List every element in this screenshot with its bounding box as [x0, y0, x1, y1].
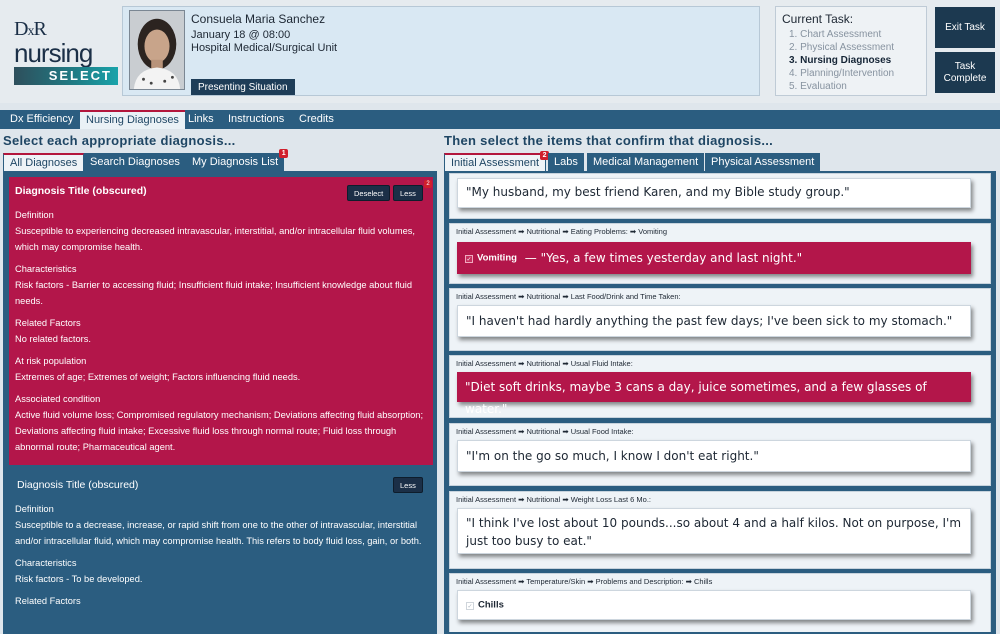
diagnosis-card-selected[interactable]: Diagnosis Title (obscured) Deselect Less…: [9, 177, 433, 465]
tab-my-diagnosis-list-label: My Diagnosis List: [192, 156, 279, 168]
less-button[interactable]: Less: [393, 185, 423, 201]
nav-credits[interactable]: Credits: [293, 110, 340, 129]
tab-my-diagnosis-list[interactable]: My Diagnosis List 1: [186, 149, 289, 172]
definition-text: Susceptible to a decrease, increase, or …: [15, 520, 422, 546]
app-header: DxR nursing SELECT Consuela Maria Sanche…: [0, 0, 1000, 103]
assessment-quote-selected[interactable]: "Diet soft drinks, maybe 3 cans a day, j…: [457, 372, 971, 416]
definition-label: Definition: [15, 504, 54, 514]
right-heading: Then select the items that confirm that …: [444, 133, 774, 148]
tab-search-diagnoses[interactable]: Search Diagnoses: [84, 153, 186, 172]
tab-medical-management[interactable]: Medical Management: [587, 153, 705, 172]
item-label: Vomiting: [477, 252, 517, 264]
characteristics-label: Characteristics: [15, 558, 77, 568]
associated-condition-text: Active fluid volume loss; Compromised re…: [15, 410, 424, 452]
nav-links[interactable]: Links: [182, 110, 220, 129]
definition-label: Definition: [15, 210, 54, 220]
task-complete-button[interactable]: Task Complete: [935, 52, 995, 93]
characteristics-text: Risk factors - To be developed.: [15, 574, 143, 584]
characteristics-label: Characteristics: [15, 264, 77, 274]
nav-instructions[interactable]: Instructions: [222, 110, 290, 129]
tab-initial-assessment-label: Initial Assessment: [451, 157, 540, 169]
assessment-item: "My husband, my best friend Karen, and m…: [449, 173, 991, 219]
checkbox-unchecked-icon: ✓: [466, 601, 474, 610]
task-item: 2. Physical Assessment: [789, 42, 895, 53]
patient-info-box: Consuela Maria Sanchez January 18 @ 08:0…: [122, 6, 760, 96]
checkbox-checked-icon: ✓: [465, 254, 473, 263]
assessment-quote[interactable]: "I haven't had hardly anything the past …: [457, 305, 971, 337]
assessment-item: Initial Assessment ➡ Temperature/Skin ➡ …: [449, 573, 991, 632]
characteristics-text: Risk factors - Barrier to accessing flui…: [15, 280, 413, 306]
assessment-items-list: "My husband, my best friend Karen, and m…: [444, 171, 996, 634]
definition-text: Susceptible to experiencing decreased in…: [15, 226, 415, 252]
at-risk-text: Extremes of age; Extremes of weight; Fac…: [15, 372, 301, 382]
related-factors-label: Related Factors: [15, 318, 81, 328]
item-breadcrumb: Initial Assessment ➡ Nutritional ➡ Weigh…: [456, 495, 652, 504]
associated-condition-label: Associated condition: [15, 394, 101, 404]
tab-all-diagnoses[interactable]: All Diagnoses: [3, 153, 85, 172]
tab-initial-assessment[interactable]: Initial Assessment 2: [444, 151, 550, 172]
patient-date: January 18 @ 08:00: [191, 29, 291, 41]
assessment-item: Initial Assessment ➡ Nutritional ➡ Last …: [449, 288, 991, 351]
deselect-button[interactable]: Deselect: [347, 185, 391, 201]
task-item: 4. Planning/Intervention: [789, 68, 895, 79]
assessment-item: Initial Assessment ➡ Nutritional ➡ Weigh…: [449, 491, 991, 569]
less-button[interactable]: Less: [393, 477, 423, 493]
diagnoses-list: Diagnosis Title (obscured) Deselect Less…: [3, 171, 437, 634]
item-breadcrumb: Initial Assessment ➡ Nutritional ➡ Usual…: [456, 427, 634, 436]
assessment-quote-selected[interactable]: ✓ Vomiting — "Yes, a few times yesterday …: [457, 242, 971, 274]
item-breadcrumb: Initial Assessment ➡ Nutritional ➡ Eatin…: [456, 227, 668, 236]
diagnosis-card[interactable]: Diagnosis Title (obscured) Less Definiti…: [9, 469, 433, 632]
nav-dx-efficiency[interactable]: Dx Efficiency: [4, 110, 79, 129]
diagnosis-title: Diagnosis Title (obscured): [17, 479, 139, 491]
patient-unit: Hospital Medical/Surgical Unit: [191, 42, 338, 54]
logo-select: SELECT: [14, 67, 118, 85]
diagnosis-count-badge: 2: [424, 180, 432, 188]
assessment-quote[interactable]: "I'm on the go so much, I know I don't e…: [457, 440, 971, 472]
exit-task-button[interactable]: Exit Task: [935, 7, 995, 48]
patient-name: Consuela Maria Sanchez: [191, 12, 326, 26]
task-item: 5. Evaluation: [789, 81, 847, 92]
item-breadcrumb: Initial Assessment ➡ Nutritional ➡ Usual…: [456, 359, 633, 368]
at-risk-label: At risk population: [15, 356, 87, 366]
tab-physical-assessment[interactable]: Physical Assessment: [705, 153, 821, 172]
logo-nursing: nursing: [14, 38, 93, 68]
item-quote-text: — "Yes, a few times yesterday and last n…: [524, 251, 803, 265]
item-breadcrumb: Initial Assessment ➡ Nutritional ➡ Last …: [456, 292, 681, 301]
task-item: 1. Chart Assessment: [789, 29, 882, 40]
assessment-item: Initial Assessment ➡ Nutritional ➡ Usual…: [449, 423, 991, 486]
my-list-count-badge: 1: [279, 149, 289, 158]
assessment-item-selected: Initial Assessment ➡ Nutritional ➡ Eatin…: [449, 223, 991, 284]
task-item-active: 3. Nursing Diagnoses: [789, 55, 892, 66]
assessment-checkbox-item[interactable]: ✓ Chills: [457, 590, 971, 620]
related-factors-text: No related factors.: [15, 334, 91, 344]
current-task-title: Current Task:: [782, 12, 854, 26]
assessment-quote[interactable]: "My husband, my best friend Karen, and m…: [457, 178, 971, 208]
main-nav: Dx Efficiency Nursing Diagnoses Links In…: [0, 110, 1000, 129]
current-task-box: Current Task: 1. Chart Assessment 2. Phy…: [775, 6, 927, 96]
related-factors-label: Related Factors: [15, 596, 81, 606]
assessment-quote[interactable]: "I think I've lost about 10 pounds...so …: [457, 508, 971, 554]
patient-avatar: [129, 10, 185, 90]
item-label: Chills: [478, 599, 504, 611]
tab-labs[interactable]: Labs: [548, 153, 584, 172]
dxr-nursing-logo: DxR nursing SELECT: [14, 18, 118, 86]
left-heading: Select each appropriate diagnosis...: [3, 133, 236, 148]
nav-nursing-diagnoses[interactable]: Nursing Diagnoses: [80, 110, 185, 129]
presenting-situation-button[interactable]: Presenting Situation: [191, 79, 295, 95]
assessment-item-selected: Initial Assessment ➡ Nutritional ➡ Usual…: [449, 355, 991, 418]
item-breadcrumb: Initial Assessment ➡ Temperature/Skin ➡ …: [456, 577, 713, 586]
